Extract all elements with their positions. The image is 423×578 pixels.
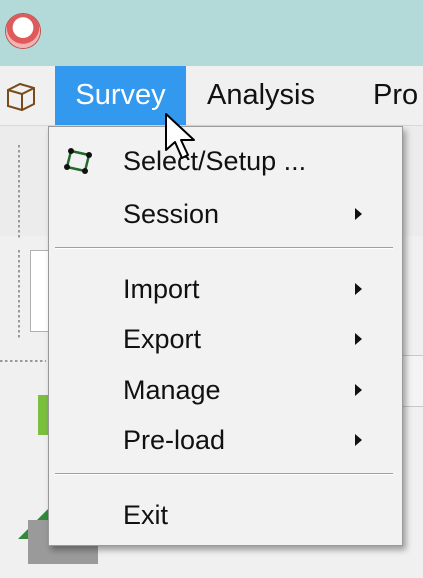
menu-item-label: Pre-load [123, 425, 226, 455]
title-bar [0, 0, 423, 66]
app-icon[interactable] [6, 14, 40, 48]
menu-item-import[interactable]: Import [49, 267, 402, 311]
submenu-arrow-icon [355, 384, 362, 396]
menu-item-label: Import [123, 274, 200, 304]
menu-item-label: Select/Setup ... [123, 146, 307, 176]
menu-analysis[interactable]: Analysis [207, 66, 315, 125]
menu-item-manage[interactable]: Manage [49, 368, 402, 412]
tool-icon[interactable] [38, 395, 48, 435]
submenu-arrow-icon [355, 434, 362, 446]
cube-icon[interactable] [4, 80, 38, 112]
menu-item-label: Export [123, 324, 202, 354]
survey-dropdown-menu: Select/Setup ... Session Import Export M… [48, 126, 403, 546]
menu-item-pre-load[interactable]: Pre-load [49, 418, 402, 462]
menu-item-label: Exit [123, 500, 169, 530]
menu-separator [55, 473, 393, 475]
submenu-arrow-icon [355, 333, 362, 345]
menu-item-select-setup[interactable]: Select/Setup ... [49, 139, 402, 183]
menu-item-label: Session [123, 199, 220, 229]
menu-item-exit[interactable]: Exit [49, 493, 402, 537]
menu-item-export[interactable]: Export [49, 317, 402, 361]
submenu-arrow-icon [355, 208, 362, 220]
toolbar-grip-2[interactable] [18, 250, 20, 340]
polygon-select-icon [64, 148, 92, 174]
menu-pro[interactable]: Pro [373, 66, 418, 125]
mouse-cursor-icon [165, 113, 195, 159]
background-text [200, 550, 207, 578]
toolbar-grip[interactable] [18, 145, 20, 240]
submenu-arrow-icon [355, 283, 362, 295]
menu-separator [55, 247, 393, 249]
panel-grip[interactable] [0, 360, 46, 362]
menu-item-label: Manage [123, 375, 221, 405]
menu-bar: Survey Analysis Pro [0, 66, 423, 126]
menu-item-session[interactable]: Session [49, 192, 402, 236]
